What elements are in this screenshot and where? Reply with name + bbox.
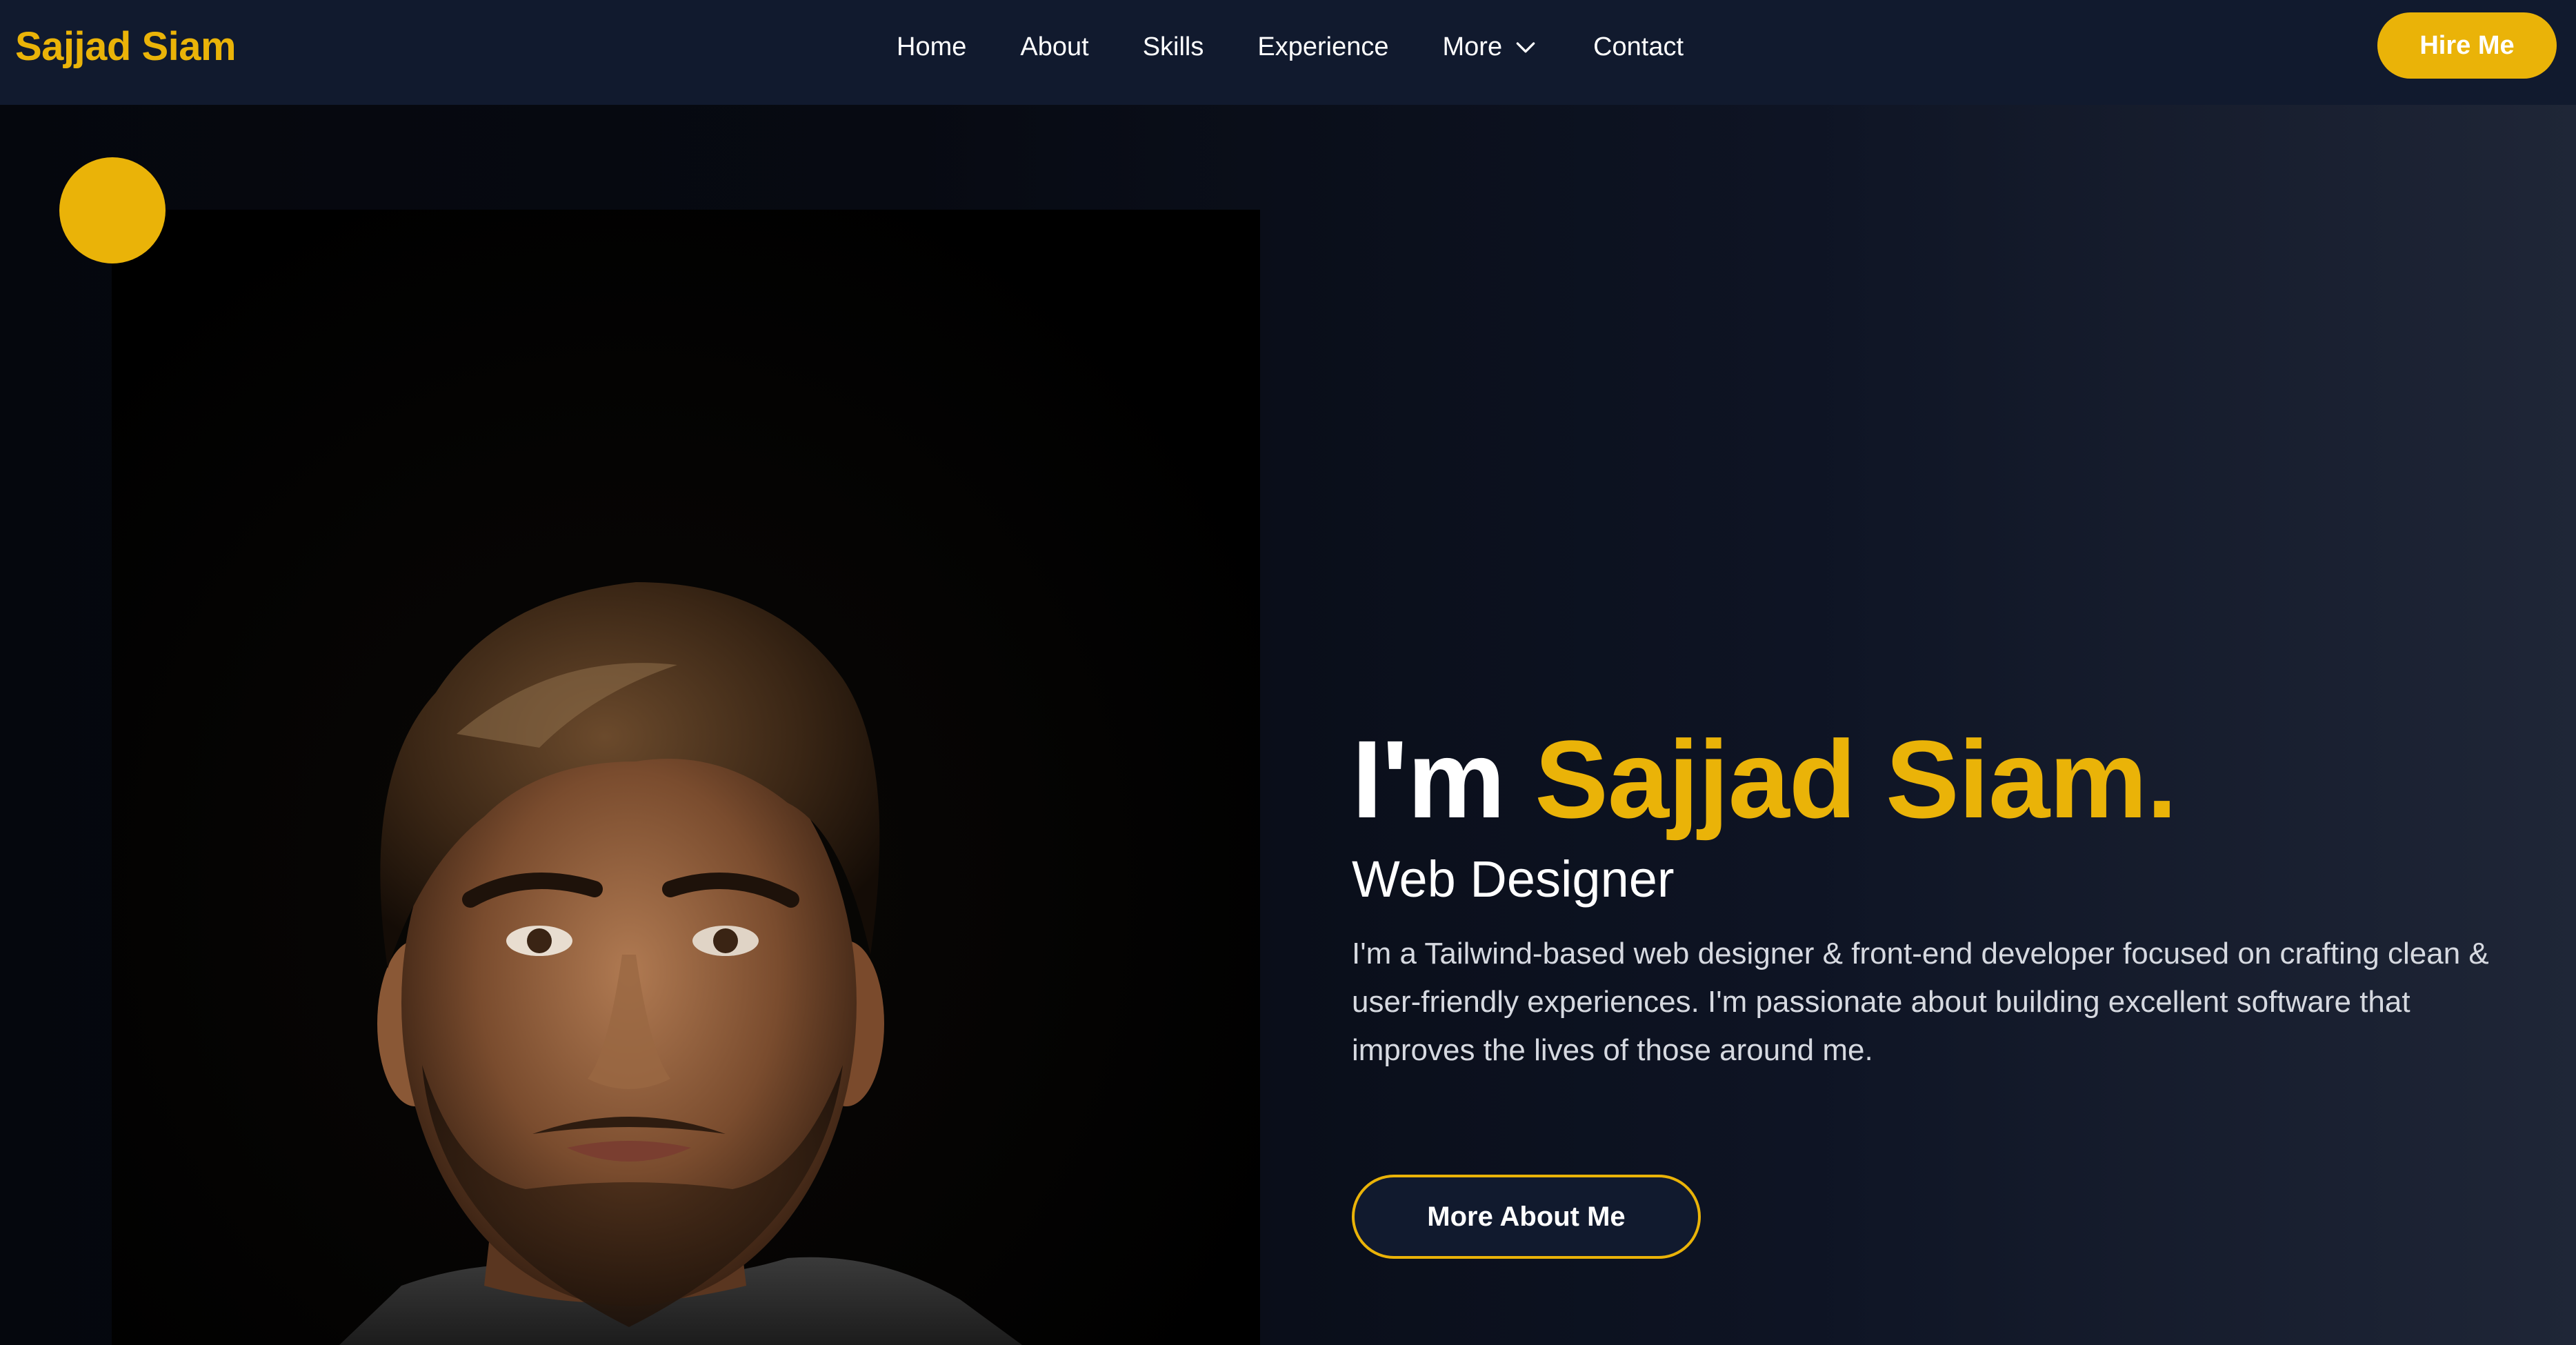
nav-link-contact[interactable]: Contact: [1593, 26, 1684, 68]
headline-name: Sajjad Siam.: [1535, 717, 2177, 841]
top-navbar: Sajjad Siam Home About Skills Experience…: [0, 0, 2576, 105]
hire-me-button[interactable]: Hire Me: [2377, 12, 2557, 79]
hero-bio: I'm a Tailwind-based web designer & fron…: [1352, 937, 2489, 1067]
more-about-me-button[interactable]: More About Me: [1352, 1175, 1701, 1259]
nav-link-home[interactable]: Home: [897, 26, 966, 68]
nav-link-experience[interactable]: Experience: [1257, 26, 1388, 68]
main-nav: Home About Skills Experience More Contac…: [897, 26, 1684, 68]
chevron-down-icon: [1516, 42, 1535, 53]
hero-intro: I'm Sajjad Siam. Web Designer I'm a Tail…: [1352, 717, 2524, 1075]
nav-link-skills[interactable]: Skills: [1143, 26, 1204, 68]
portfolio-page: Sajjad Siam Home About Skills Experience…: [0, 0, 2576, 1345]
profile-photo: [112, 210, 1260, 1345]
brand-logo[interactable]: Sajjad Siam: [15, 21, 237, 73]
nav-dropdown-more[interactable]: More: [1443, 26, 1540, 68]
headline-greeting: I'm: [1352, 717, 1506, 841]
portrait-illustration: [339, 582, 1022, 1345]
hero-headline: I'm Sajjad Siam.: [1352, 717, 2524, 841]
decorative-accent-circle: [59, 157, 166, 263]
hero-role: Web Designer: [1352, 850, 1675, 908]
nav-more-label: More: [1442, 32, 1503, 61]
nav-link-about[interactable]: About: [1020, 26, 1088, 68]
